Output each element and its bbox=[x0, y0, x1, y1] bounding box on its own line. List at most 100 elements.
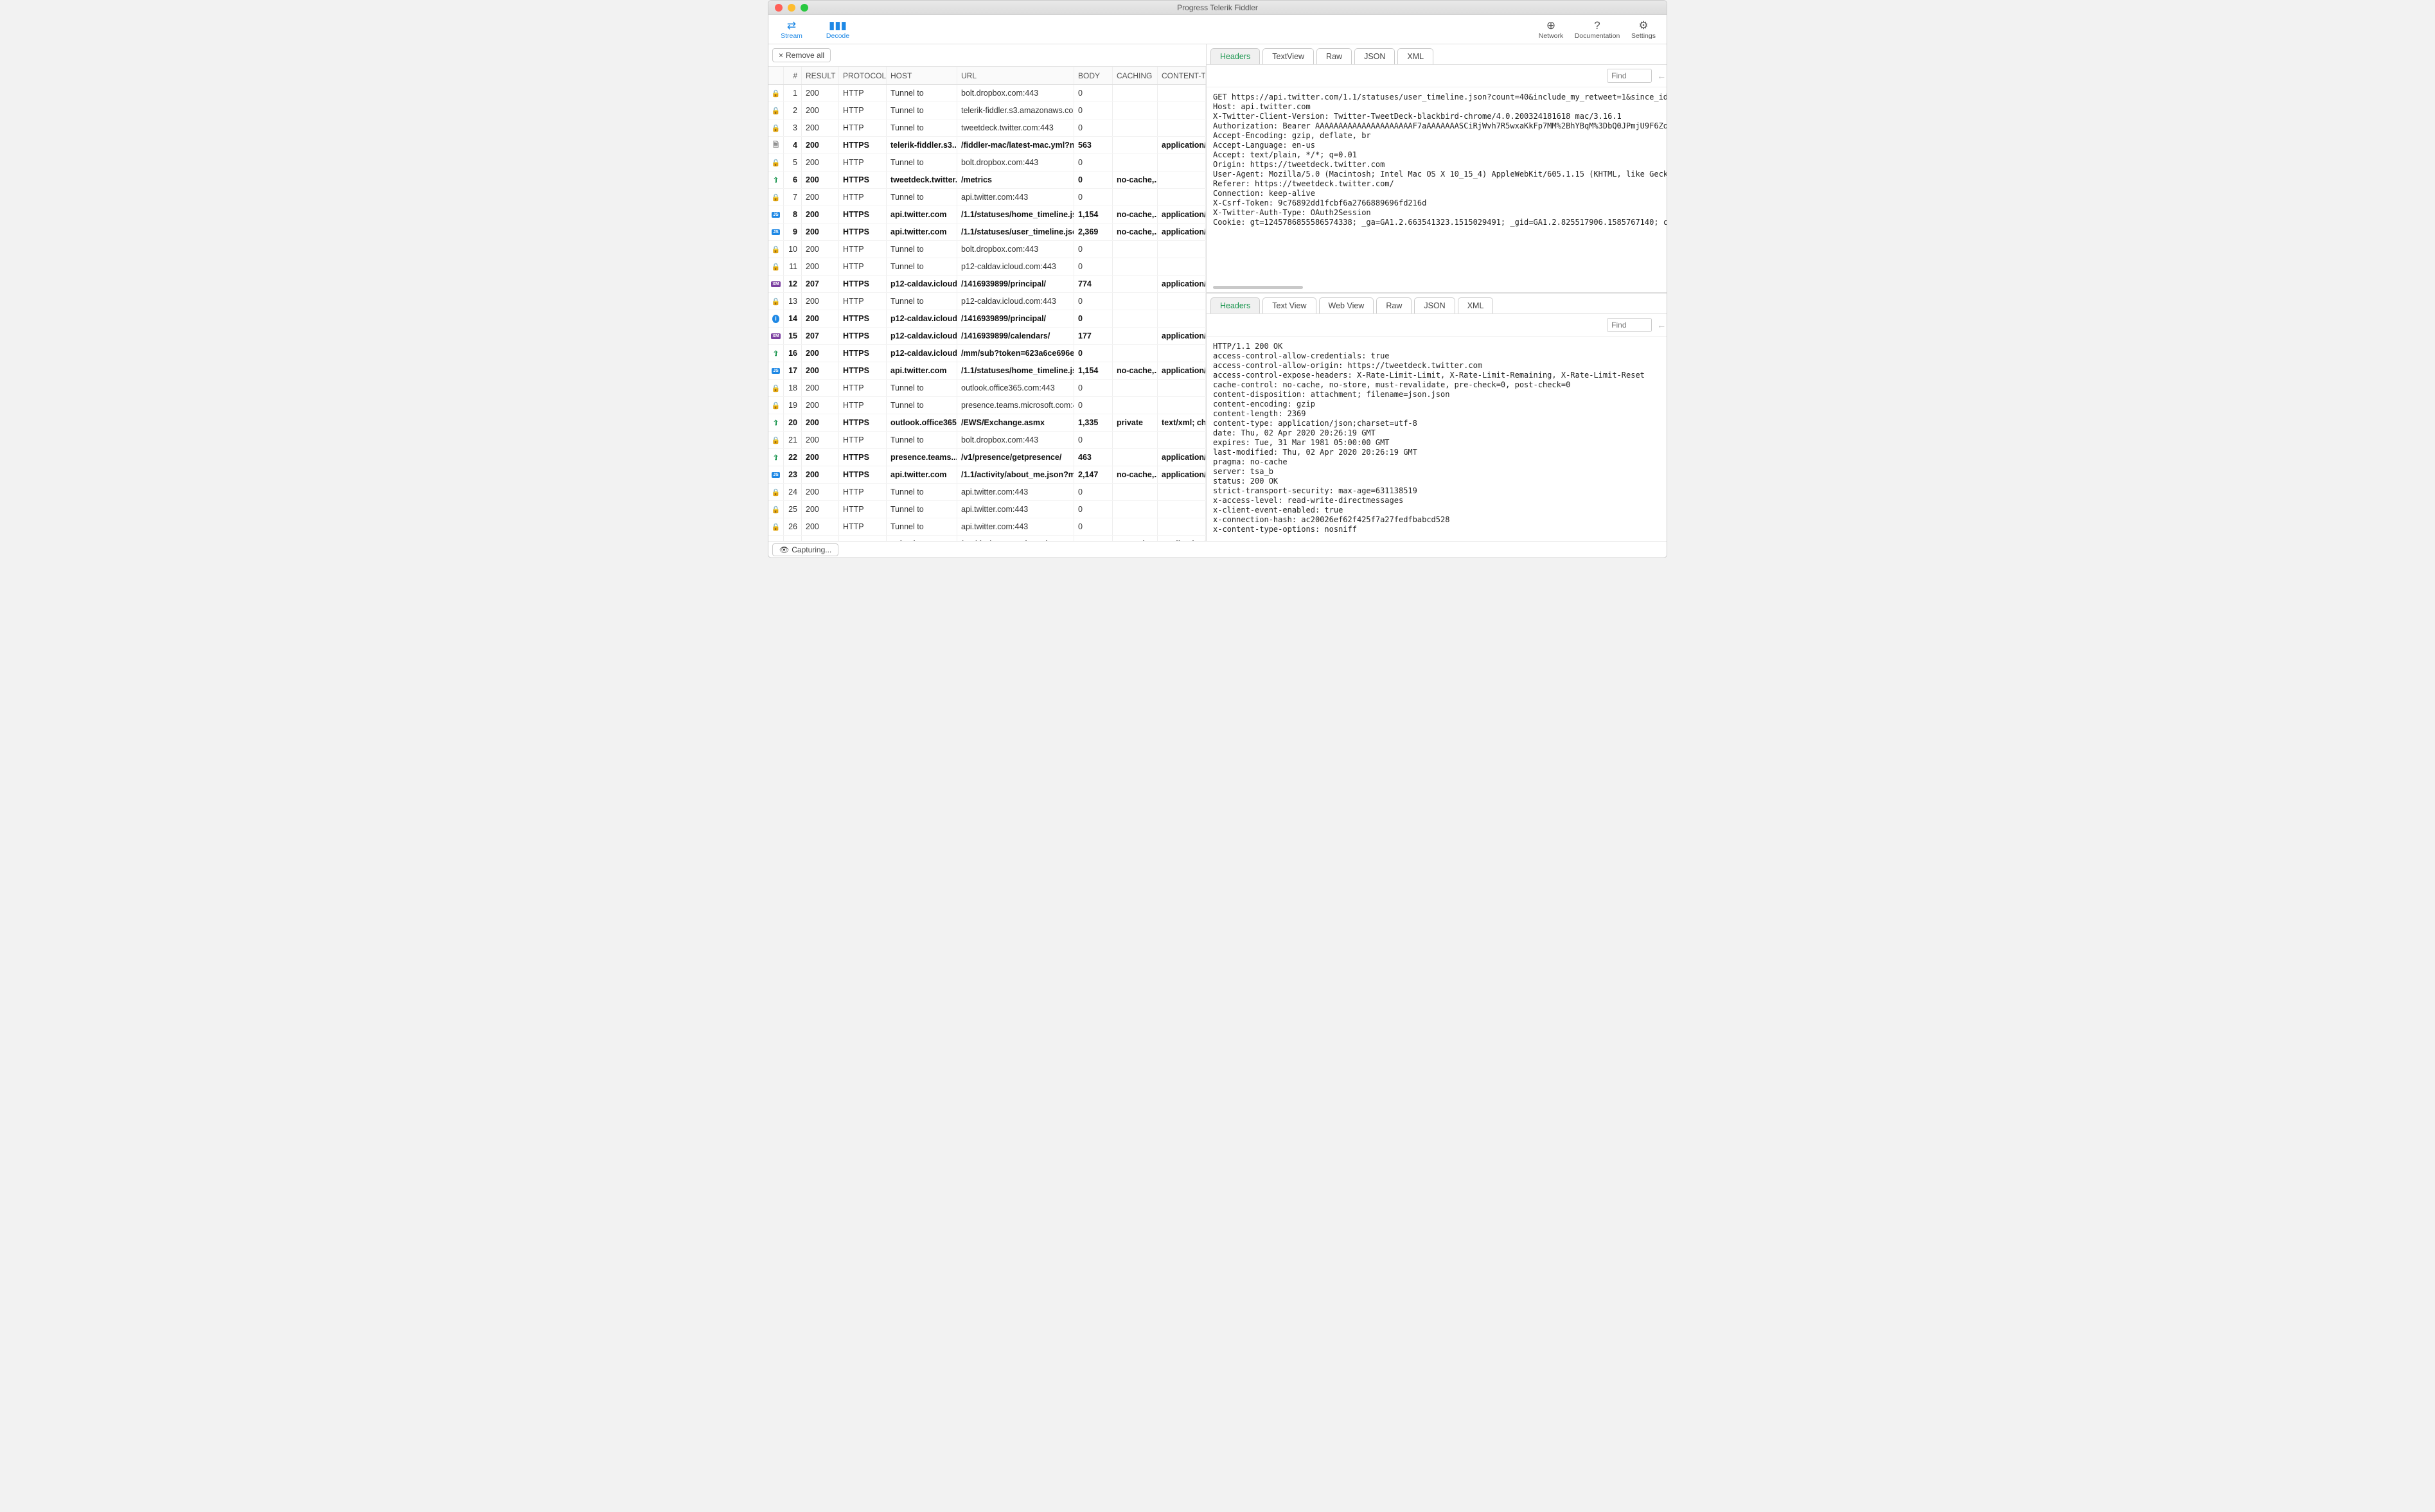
tab-json[interactable]: JSON bbox=[1354, 48, 1395, 64]
session-row[interactable]: 🔒 19 200 HTTP Tunnel to presence.teams.m… bbox=[768, 397, 1206, 414]
cell-content-type: application/ bbox=[1158, 328, 1206, 344]
cell-protocol: HTTPS bbox=[839, 276, 887, 292]
tab-xml[interactable]: XML bbox=[1397, 48, 1433, 64]
col-host[interactable]: HOST bbox=[887, 67, 957, 84]
find-prev-icon[interactable]: ← bbox=[1657, 320, 1666, 330]
request-headers-text[interactable]: GET https://api.twitter.com/1.1/statuses… bbox=[1207, 87, 1667, 285]
cell-caching bbox=[1113, 328, 1158, 344]
session-row[interactable]: JS 9 200 HTTPS api.twitter.com /1.1/stat… bbox=[768, 224, 1206, 241]
cell-body: 0 bbox=[1074, 85, 1113, 101]
app-window: Progress Telerik Fiddler ⇄Stream▮▮▮Decod… bbox=[768, 0, 1667, 558]
toolbar-settings-button[interactable]: ⚙Settings bbox=[1620, 15, 1667, 44]
session-row[interactable]: i 14 200 HTTPS p12-caldav.icloud.... /14… bbox=[768, 310, 1206, 328]
session-row[interactable]: ⇧ 20 200 HTTPS outlook.office365.... /EW… bbox=[768, 414, 1206, 432]
col-body[interactable]: BODY bbox=[1074, 67, 1113, 84]
cell-host: Tunnel to bbox=[887, 154, 957, 171]
toolbar-documentation-button[interactable]: ?Documentation bbox=[1574, 15, 1620, 44]
col-[interactable]: # bbox=[784, 67, 802, 84]
response-find-input[interactable] bbox=[1607, 318, 1652, 332]
request-find-input[interactable] bbox=[1607, 69, 1652, 83]
toolbar-network-button[interactable]: ⊕Network bbox=[1528, 15, 1574, 44]
upload-icon: ⇧ bbox=[773, 419, 779, 427]
session-row[interactable]: 🔒 5 200 HTTP Tunnel to bolt.dropbox.com:… bbox=[768, 154, 1206, 171]
find-prev-icon[interactable]: ← bbox=[1657, 71, 1666, 81]
session-row[interactable]: 🔒 24 200 HTTP Tunnel to api.twitter.com:… bbox=[768, 484, 1206, 501]
session-row[interactable]: 🔒 18 200 HTTP Tunnel to outlook.office36… bbox=[768, 380, 1206, 397]
sessions-list[interactable]: 🔒 1 200 HTTP Tunnel to bolt.dropbox.com:… bbox=[768, 85, 1206, 541]
session-row[interactable]: 🔒 21 200 HTTP Tunnel to bolt.dropbox.com… bbox=[768, 432, 1206, 449]
session-row[interactable]: JS 8 200 HTTPS api.twitter.com /1.1/stat… bbox=[768, 206, 1206, 224]
session-row[interactable]: JS 27 200 HTTPS api.twitter.com /1.1/dm/… bbox=[768, 536, 1206, 541]
session-row[interactable]: JS 23 200 HTTPS api.twitter.com /1.1/act… bbox=[768, 466, 1206, 484]
cell-url: /1416939899/principal/ bbox=[957, 276, 1074, 292]
col-protocol[interactable]: PROTOCOL bbox=[839, 67, 887, 84]
tab-xml[interactable]: XML bbox=[1458, 297, 1494, 313]
response-headers-text[interactable]: HTTP/1.1 200 OK access-control-allow-cre… bbox=[1207, 337, 1667, 541]
cell-result: 200 bbox=[802, 102, 839, 119]
cell-content-type: application/ bbox=[1158, 206, 1206, 223]
cell-protocol: HTTP bbox=[839, 85, 887, 101]
cell-caching bbox=[1113, 258, 1158, 275]
cell-url: /metrics bbox=[957, 171, 1074, 188]
cell-content-type: application/ bbox=[1158, 362, 1206, 379]
horizontal-scrollbar[interactable] bbox=[1213, 285, 1667, 290]
session-row[interactable]: 🔒 3 200 HTTP Tunnel to tweetdeck.twitter… bbox=[768, 119, 1206, 137]
cell-num: 13 bbox=[784, 293, 802, 310]
col-caching[interactable]: CACHING bbox=[1113, 67, 1158, 84]
cell-protocol: HTTP bbox=[839, 119, 887, 136]
cell-caching: no-cache,... bbox=[1113, 206, 1158, 223]
cell-content-type bbox=[1158, 380, 1206, 396]
session-row[interactable]: 🔒 7 200 HTTP Tunnel to api.twitter.com:4… bbox=[768, 189, 1206, 206]
session-row[interactable]: XM 15 207 HTTPS p12-caldav.icloud.... /1… bbox=[768, 328, 1206, 345]
capture-toggle[interactable]: 👁 Capturing... bbox=[772, 543, 838, 556]
cell-host: api.twitter.com bbox=[887, 206, 957, 223]
remove-all-button[interactable]: × Remove all bbox=[772, 48, 831, 62]
session-row[interactable]: ⇧ 16 200 HTTPS p12-caldav.icloud.... /mm… bbox=[768, 345, 1206, 362]
session-row[interactable]: ⇧ 6 200 HTTPS tweetdeck.twitter.... /met… bbox=[768, 171, 1206, 189]
tab-headers[interactable]: Headers bbox=[1210, 297, 1260, 313]
session-row[interactable]: 🔒 10 200 HTTP Tunnel to bolt.dropbox.com… bbox=[768, 241, 1206, 258]
cell-content-type bbox=[1158, 310, 1206, 327]
cell-protocol: HTTPS bbox=[839, 414, 887, 431]
col-url[interactable]: URL bbox=[957, 67, 1074, 84]
lock-icon: 🔒 bbox=[772, 401, 781, 410]
session-row[interactable]: 🔒 11 200 HTTP Tunnel to p12-caldav.iclou… bbox=[768, 258, 1206, 276]
cell-caching: no-cache,... bbox=[1113, 224, 1158, 240]
session-row[interactable]: 🔒 2 200 HTTP Tunnel to telerik-fiddler.s… bbox=[768, 102, 1206, 119]
session-row[interactable]: 🔒 13 200 HTTP Tunnel to p12-caldav.iclou… bbox=[768, 293, 1206, 310]
session-row[interactable]: JS 17 200 HTTPS api.twitter.com /1.1/sta… bbox=[768, 362, 1206, 380]
col-result[interactable]: RESULT bbox=[802, 67, 839, 84]
session-row[interactable]: XM 12 207 HTTPS p12-caldav.icloud.... /1… bbox=[768, 276, 1206, 293]
session-row[interactable]: 🔒 25 200 HTTP Tunnel to api.twitter.com:… bbox=[768, 501, 1206, 518]
session-row[interactable]: 🔒 26 200 HTTP Tunnel to api.twitter.com:… bbox=[768, 518, 1206, 536]
tab-raw[interactable]: Raw bbox=[1376, 297, 1412, 313]
json-icon: JS bbox=[772, 212, 780, 218]
tab-textview[interactable]: TextView bbox=[1262, 48, 1314, 64]
col-contentt[interactable]: CONTENT-T bbox=[1158, 67, 1206, 84]
titlebar: Progress Telerik Fiddler bbox=[768, 1, 1667, 15]
cell-result: 200 bbox=[802, 137, 839, 154]
cell-num: 9 bbox=[784, 224, 802, 240]
toolbar-stream-button[interactable]: ⇄Stream bbox=[768, 15, 815, 44]
tab-raw[interactable]: Raw bbox=[1316, 48, 1352, 64]
tab-text-view[interactable]: Text View bbox=[1262, 297, 1316, 313]
col-icon[interactable] bbox=[768, 67, 784, 84]
cell-content-type bbox=[1158, 518, 1206, 535]
cell-num: 7 bbox=[784, 189, 802, 206]
session-row[interactable]: ⇧ 22 200 HTTPS presence.teams.... /v1/pr… bbox=[768, 449, 1206, 466]
cell-content-type bbox=[1158, 241, 1206, 258]
cell-num: 10 bbox=[784, 241, 802, 258]
cell-host: Tunnel to bbox=[887, 189, 957, 206]
session-row[interactable]: 🔒 1 200 HTTP Tunnel to bolt.dropbox.com:… bbox=[768, 85, 1206, 102]
tab-headers[interactable]: Headers bbox=[1210, 48, 1260, 64]
remove-all-label: Remove all bbox=[786, 51, 824, 60]
tab-json[interactable]: JSON bbox=[1414, 297, 1455, 313]
cell-content-type bbox=[1158, 171, 1206, 188]
tab-web-view[interactable]: Web View bbox=[1319, 297, 1374, 313]
cell-caching bbox=[1113, 276, 1158, 292]
session-row[interactable]: 🗎 4 200 HTTPS telerik-fiddler.s3.... /fi… bbox=[768, 137, 1206, 154]
cell-protocol: HTTPS bbox=[839, 449, 887, 466]
cell-protocol: HTTPS bbox=[839, 362, 887, 379]
toolbar-decode-button[interactable]: ▮▮▮Decode bbox=[815, 15, 861, 44]
lock-icon: 🔒 bbox=[772, 488, 781, 497]
